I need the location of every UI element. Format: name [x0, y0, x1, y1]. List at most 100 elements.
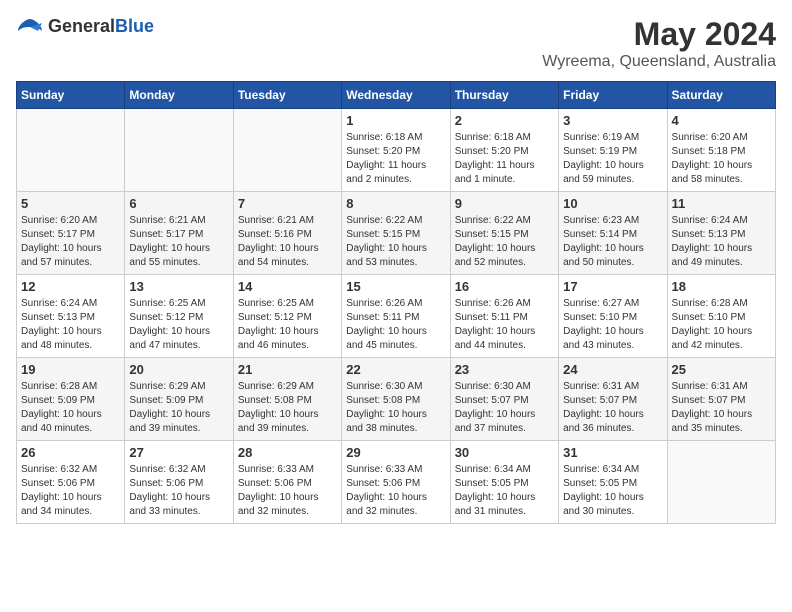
logo-general: General [48, 16, 115, 36]
day-number: 28 [238, 445, 337, 460]
calendar-cell [17, 109, 125, 192]
day-info: Sunrise: 6:23 AMSunset: 5:14 PMDaylight:… [563, 214, 662, 270]
day-number: 20 [129, 362, 228, 377]
title-section: May 2024 Wyreema, Queensland, Australia [542, 16, 776, 71]
calendar-cell: 4 Sunrise: 6:20 AMSunset: 5:18 PMDaylight… [667, 109, 775, 192]
calendar-cell: 26 Sunrise: 6:32 AMSunset: 5:06 PMDayligh… [17, 441, 125, 524]
calendar-cell: 8Sunrise: 6:22 AMSunset: 5:15 PMDaylight… [342, 192, 450, 275]
calendar-cell: 3Sunrise: 6:19 AMSunset: 5:19 PMDaylight… [559, 109, 667, 192]
week-row-5: 26 Sunrise: 6:32 AMSunset: 5:06 PMDayligh… [17, 441, 776, 524]
calendar-cell: 30 Sunrise: 6:34 AMSunset: 5:05 PMDayligh… [450, 441, 558, 524]
day-info: Sunrise: 6:24 AMSunset: 5:13 PMDaylight:… [21, 297, 120, 353]
day-info: Sunrise: 6:29 AMSunset: 5:09 PMDaylight:… [129, 380, 228, 436]
day-number: 7 [238, 196, 337, 211]
day-number: 27 [129, 445, 228, 460]
calendar-cell: 25 Sunrise: 6:31 AMSunset: 5:07 PMDayligh… [667, 358, 775, 441]
calendar-cell: 27 Sunrise: 6:32 AMSunset: 5:06 PMDayligh… [125, 441, 233, 524]
day-number: 11 [672, 196, 771, 211]
day-number: 23 [455, 362, 554, 377]
calendar-cell: 22 Sunrise: 6:30 AMSunset: 5:08 PMDayligh… [342, 358, 450, 441]
week-row-3: 12 Sunrise: 6:24 AMSunset: 5:13 PMDayligh… [17, 275, 776, 358]
day-info: Sunrise: 6:26 AMSunset: 5:11 PMDaylight:… [346, 297, 445, 353]
calendar-cell: 5 Sunrise: 6:20 AMSunset: 5:17 PMDaylight… [17, 192, 125, 275]
day-info: Sunrise: 6:26 AMSunset: 5:11 PMDaylight:… [455, 297, 554, 353]
col-friday: Friday [559, 82, 667, 109]
day-number: 10 [563, 196, 662, 211]
logo-text: GeneralBlue [48, 16, 154, 37]
day-info: Sunrise: 6:30 AMSunset: 5:08 PMDaylight:… [346, 380, 445, 436]
location-subtitle: Wyreema, Queensland, Australia [542, 53, 776, 71]
day-info: Sunrise: 6:29 AMSunset: 5:08 PMDaylight:… [238, 380, 337, 436]
day-number: 9 [455, 196, 554, 211]
col-wednesday: Wednesday [342, 82, 450, 109]
calendar-cell: 17 Sunrise: 6:27 AMSunset: 5:10 PMDayligh… [559, 275, 667, 358]
col-sunday: Sunday [17, 82, 125, 109]
calendar-header-row: Sunday Monday Tuesday Wednesday Thursday… [17, 82, 776, 109]
day-info: Sunrise: 6:28 AMSunset: 5:10 PMDaylight:… [672, 297, 771, 353]
col-saturday: Saturday [667, 82, 775, 109]
day-info: Sunrise: 6:20 AMSunset: 5:17 PMDaylight:… [21, 214, 120, 270]
calendar-cell: 1Sunrise: 6:18 AMSunset: 5:20 PMDaylight… [342, 109, 450, 192]
week-row-2: 5 Sunrise: 6:20 AMSunset: 5:17 PMDaylight… [17, 192, 776, 275]
calendar-cell: 21 Sunrise: 6:29 AMSunset: 5:08 PMDayligh… [233, 358, 341, 441]
day-number: 17 [563, 279, 662, 294]
day-number: 6 [129, 196, 228, 211]
day-info: Sunrise: 6:22 AMSunset: 5:15 PMDaylight:… [346, 214, 445, 270]
day-info: Sunrise: 6:34 AMSunset: 5:05 PMDaylight:… [455, 463, 554, 519]
logo-bird-icon [16, 17, 44, 37]
day-info: Sunrise: 6:20 AMSunset: 5:18 PMDaylight:… [672, 131, 771, 187]
calendar-cell: 7 Sunrise: 6:21 AMSunset: 5:16 PMDaylight… [233, 192, 341, 275]
day-number: 22 [346, 362, 445, 377]
calendar-cell [667, 441, 775, 524]
page-header: GeneralBlue May 2024 Wyreema, Queensland… [16, 16, 776, 71]
calendar-cell [125, 109, 233, 192]
day-number: 1 [346, 113, 445, 128]
calendar-cell: 20 Sunrise: 6:29 AMSunset: 5:09 PMDayligh… [125, 358, 233, 441]
day-info: Sunrise: 6:25 AMSunset: 5:12 PMDaylight:… [129, 297, 228, 353]
calendar-cell: 18 Sunrise: 6:28 AMSunset: 5:10 PMDayligh… [667, 275, 775, 358]
month-year-title: May 2024 [542, 16, 776, 53]
calendar-cell [233, 109, 341, 192]
day-number: 30 [455, 445, 554, 460]
calendar-cell: 15Sunrise: 6:26 AMSunset: 5:11 PMDayligh… [342, 275, 450, 358]
day-info: Sunrise: 6:32 AMSunset: 5:06 PMDaylight:… [21, 463, 120, 519]
day-number: 13 [129, 279, 228, 294]
col-tuesday: Tuesday [233, 82, 341, 109]
day-info: Sunrise: 6:31 AMSunset: 5:07 PMDaylight:… [563, 380, 662, 436]
calendar-cell: 24Sunrise: 6:31 AMSunset: 5:07 PMDayligh… [559, 358, 667, 441]
day-number: 4 [672, 113, 771, 128]
week-row-1: 1Sunrise: 6:18 AMSunset: 5:20 PMDaylight… [17, 109, 776, 192]
day-info: Sunrise: 6:34 AMSunset: 5:05 PMDaylight:… [563, 463, 662, 519]
day-number: 19 [21, 362, 120, 377]
calendar-cell: 23 Sunrise: 6:30 AMSunset: 5:07 PMDayligh… [450, 358, 558, 441]
col-monday: Monday [125, 82, 233, 109]
day-number: 3 [563, 113, 662, 128]
day-number: 26 [21, 445, 120, 460]
calendar-cell: 19Sunrise: 6:28 AMSunset: 5:09 PMDayligh… [17, 358, 125, 441]
day-info: Sunrise: 6:21 AMSunset: 5:16 PMDaylight:… [238, 214, 337, 270]
day-number: 5 [21, 196, 120, 211]
calendar-cell: 14 Sunrise: 6:25 AMSunset: 5:12 PMDayligh… [233, 275, 341, 358]
day-info: Sunrise: 6:27 AMSunset: 5:10 PMDaylight:… [563, 297, 662, 353]
day-info: Sunrise: 6:31 AMSunset: 5:07 PMDaylight:… [672, 380, 771, 436]
calendar-cell: 12 Sunrise: 6:24 AMSunset: 5:13 PMDayligh… [17, 275, 125, 358]
day-info: Sunrise: 6:33 AMSunset: 5:06 PMDaylight:… [346, 463, 445, 519]
calendar-cell: 9Sunrise: 6:22 AMSunset: 5:15 PMDaylight… [450, 192, 558, 275]
day-info: Sunrise: 6:25 AMSunset: 5:12 PMDaylight:… [238, 297, 337, 353]
calendar-cell: 28 Sunrise: 6:33 AMSunset: 5:06 PMDayligh… [233, 441, 341, 524]
calendar-cell: 13 Sunrise: 6:25 AMSunset: 5:12 PMDayligh… [125, 275, 233, 358]
day-number: 21 [238, 362, 337, 377]
logo-blue: Blue [115, 16, 154, 36]
day-number: 14 [238, 279, 337, 294]
day-number: 18 [672, 279, 771, 294]
day-number: 12 [21, 279, 120, 294]
day-number: 25 [672, 362, 771, 377]
day-info: Sunrise: 6:33 AMSunset: 5:06 PMDaylight:… [238, 463, 337, 519]
day-info: Sunrise: 6:30 AMSunset: 5:07 PMDaylight:… [455, 380, 554, 436]
calendar-cell: 31 Sunrise: 6:34 AMSunset: 5:05 PMDayligh… [559, 441, 667, 524]
day-number: 31 [563, 445, 662, 460]
day-info: Sunrise: 6:21 AMSunset: 5:17 PMDaylight:… [129, 214, 228, 270]
week-row-4: 19Sunrise: 6:28 AMSunset: 5:09 PMDayligh… [17, 358, 776, 441]
day-info: Sunrise: 6:32 AMSunset: 5:06 PMDaylight:… [129, 463, 228, 519]
calendar-cell: 6 Sunrise: 6:21 AMSunset: 5:17 PMDaylight… [125, 192, 233, 275]
